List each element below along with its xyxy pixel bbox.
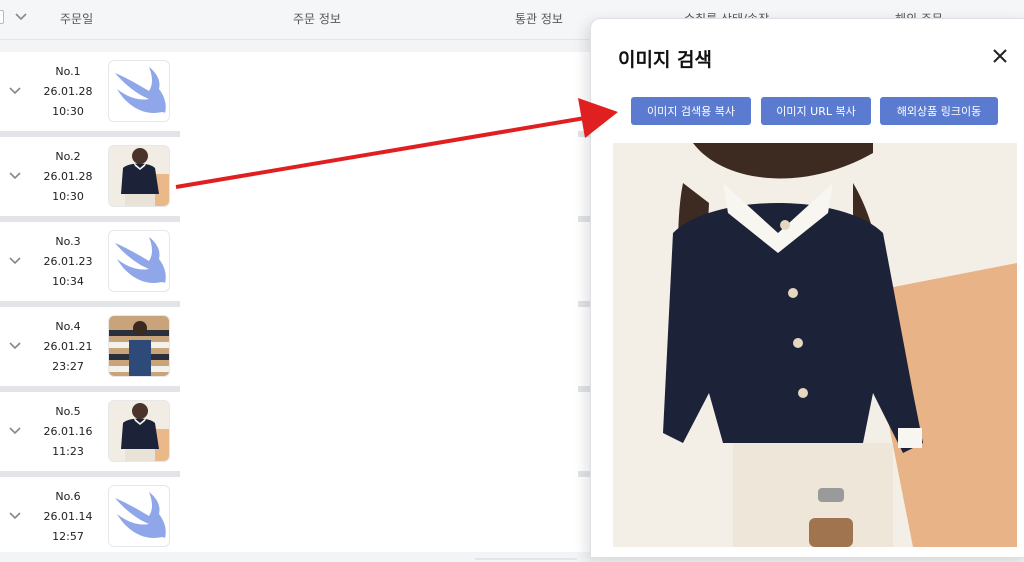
order-date: 26.01.14 xyxy=(43,510,93,523)
order-meta: No.3 26.01.23 10:34 xyxy=(30,232,106,292)
swift-logo-icon xyxy=(115,237,166,283)
product-image-preview xyxy=(613,143,1017,547)
chevron-down-icon[interactable] xyxy=(8,339,22,353)
header-order-info: 주문 정보 xyxy=(293,12,341,26)
swift-logo-icon xyxy=(115,67,166,113)
order-meta: No.5 26.01.16 11:23 xyxy=(30,402,106,462)
order-time: 10:30 xyxy=(52,105,84,118)
select-all-checkbox[interactable] xyxy=(0,10,4,24)
dialog-title: 이미지 검색 xyxy=(618,49,713,71)
order-date: 26.01.21 xyxy=(43,340,93,353)
chevron-down-icon[interactable] xyxy=(14,10,28,24)
copy-for-search-button[interactable]: 이미지 검색용 복사 xyxy=(631,97,751,125)
product-thumbnail[interactable] xyxy=(108,230,170,292)
order-list-page: 주문일 주문 정보 통관 정보 수취를 상태/송장 해외 주문 No.1 26.… xyxy=(0,0,1024,562)
product-thumbnail[interactable] xyxy=(108,145,170,207)
header-order-date[interactable]: 주문일 xyxy=(60,10,93,27)
striped-shirt-photo xyxy=(109,316,169,376)
table-row[interactable]: No.6 26.01.14 12:57 xyxy=(0,477,590,562)
order-meta: No.6 26.01.14 12:57 xyxy=(30,487,106,547)
image-search-dialog: 이미지 검색 이미지 검색용 복사 이미지 URL 복사 해외상품 링크이동 xyxy=(590,18,1024,558)
order-date: 26.01.28 xyxy=(43,170,93,183)
order-meta: No.4 26.01.21 23:27 xyxy=(30,317,106,377)
divider xyxy=(475,558,577,560)
blouse-photo xyxy=(613,143,1017,547)
chevron-down-icon[interactable] xyxy=(8,254,22,268)
table-row[interactable]: No.5 26.01.16 11:23 xyxy=(0,392,590,477)
product-thumbnail[interactable] xyxy=(108,485,170,547)
chevron-down-icon[interactable] xyxy=(8,509,22,523)
chevron-down-icon[interactable] xyxy=(8,169,22,183)
table-row[interactable]: No.3 26.01.23 10:34 xyxy=(0,222,590,307)
blouse-photo xyxy=(109,401,169,461)
table-row[interactable]: No.4 26.01.21 23:27 xyxy=(0,307,590,392)
copy-image-url-button[interactable]: 이미지 URL 복사 xyxy=(761,97,871,125)
header-customs-info: 통관 정보 xyxy=(515,12,563,26)
table-row[interactable]: No.1 26.01.28 10:30 xyxy=(0,52,590,137)
order-number: No.5 xyxy=(55,405,81,418)
order-date: 26.01.23 xyxy=(43,255,93,268)
order-number: No.4 xyxy=(55,320,81,333)
order-table-body: No.1 26.01.28 10:30 No.2 26.01.28 10:30 xyxy=(0,52,590,552)
order-time: 12:57 xyxy=(52,530,84,543)
chevron-down-icon[interactable] xyxy=(8,84,22,98)
order-date: 26.01.16 xyxy=(43,425,93,438)
overseas-link-button[interactable]: 해외상품 링크이동 xyxy=(880,97,998,125)
order-meta: No.1 26.01.28 10:30 xyxy=(30,62,106,122)
table-row[interactable]: No.2 26.01.28 10:30 xyxy=(0,137,590,222)
order-number: No.3 xyxy=(55,235,81,248)
close-icon[interactable] xyxy=(989,45,1011,67)
product-thumbnail[interactable] xyxy=(108,315,170,377)
blouse-photo xyxy=(109,146,169,206)
order-time: 10:34 xyxy=(52,275,84,288)
chevron-down-icon[interactable] xyxy=(8,424,22,438)
order-date: 26.01.28 xyxy=(43,85,93,98)
order-number: No.6 xyxy=(55,490,81,503)
order-meta: No.2 26.01.28 10:30 xyxy=(30,147,106,207)
order-time: 11:23 xyxy=(52,445,84,458)
order-number: No.1 xyxy=(55,65,81,78)
swift-logo-icon xyxy=(115,492,166,538)
order-time: 23:27 xyxy=(52,360,84,373)
product-thumbnail[interactable] xyxy=(108,400,170,462)
order-time: 10:30 xyxy=(52,190,84,203)
order-number: No.2 xyxy=(55,150,81,163)
product-thumbnail[interactable] xyxy=(108,60,170,122)
